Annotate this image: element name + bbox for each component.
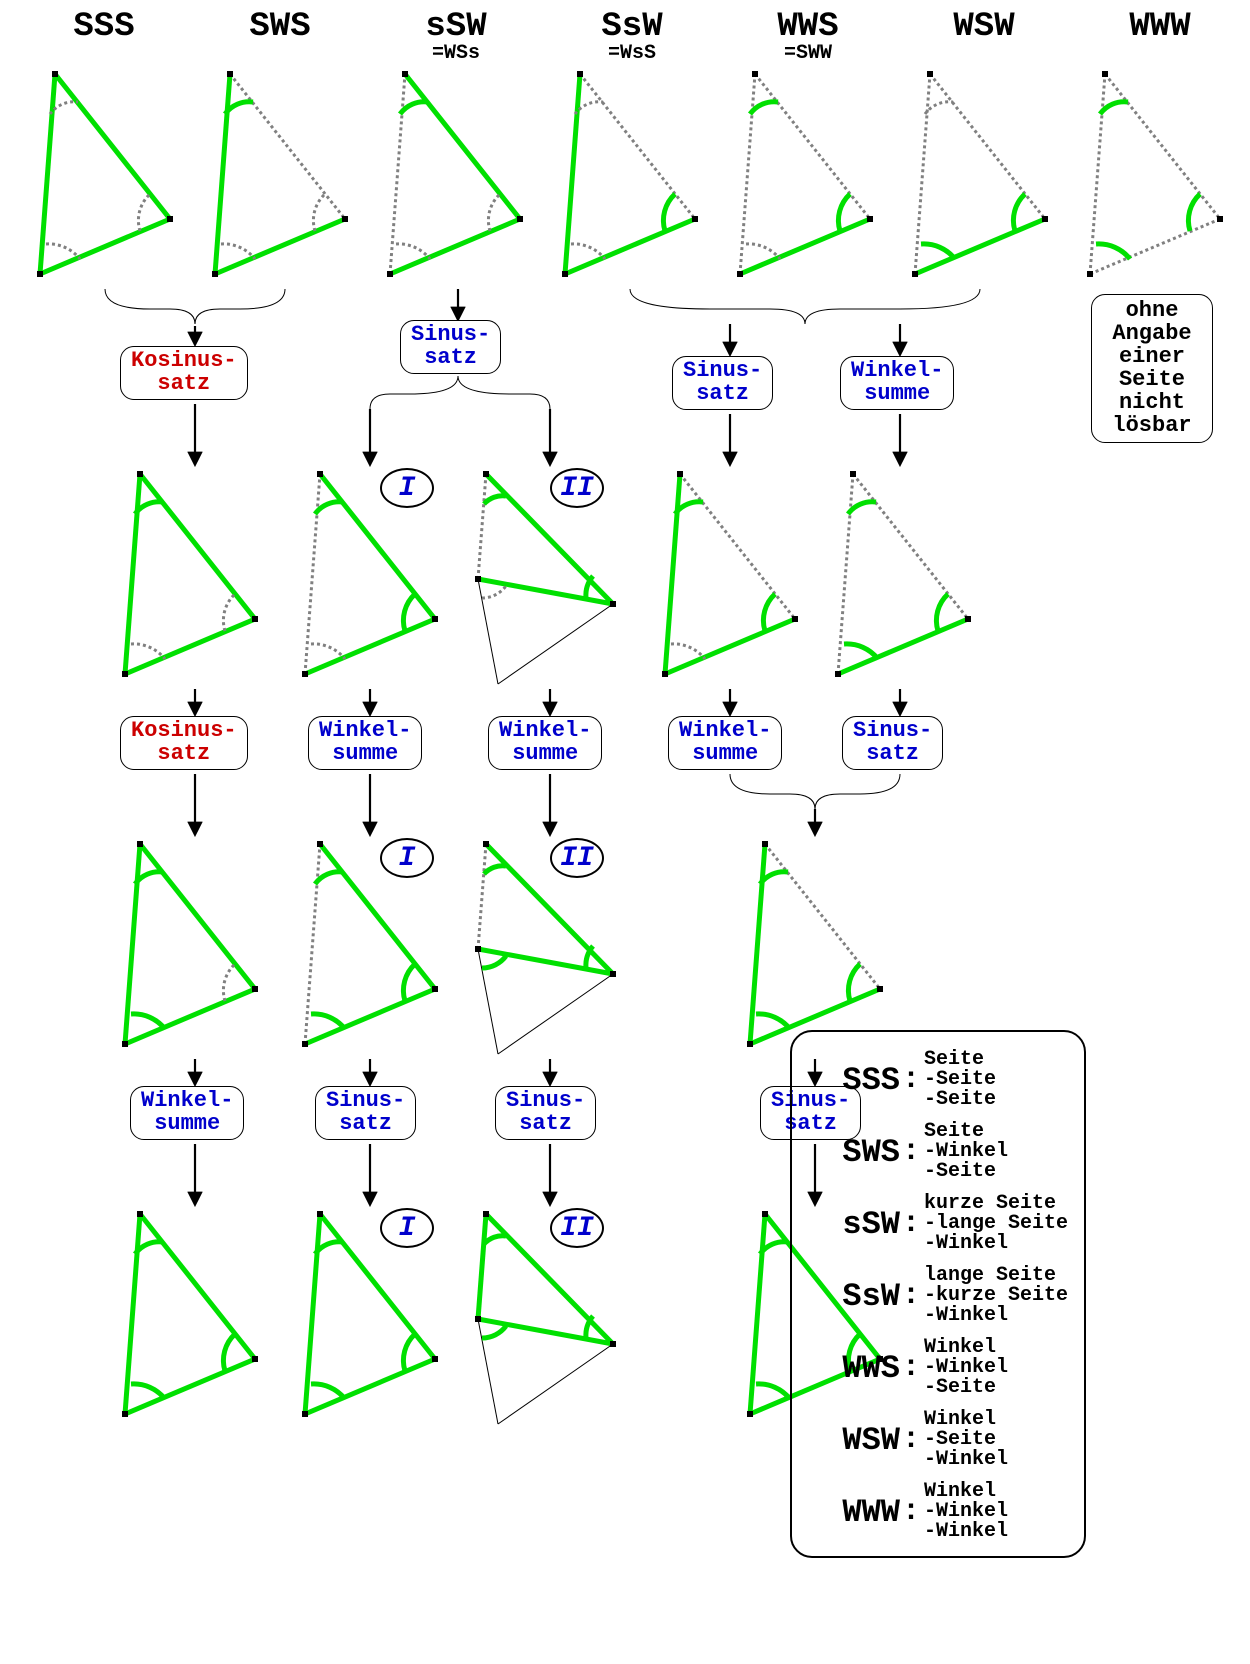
box-sinus-II: Sinus-satz [495, 1086, 596, 1140]
header-ssw-upper: SsW =WsS [558, 10, 706, 64]
box-sinus-wws: Sinus-satz [842, 716, 943, 770]
legend-row: WWW: Winkel-Winkel-Winkel [804, 1482, 1068, 1542]
header-www: WWW [1086, 10, 1234, 64]
box-winkel-II: Winkel-summe [488, 716, 602, 770]
roman-II-2: II [550, 838, 604, 878]
note-www-unsolvable: ohne Angabe einer Seite nicht lösbar [1091, 294, 1213, 443]
box-winkel-1: Winkel- summe [840, 356, 954, 410]
box-winkel-2: Winkel-summe [130, 1086, 244, 1140]
roman-I-1: I [380, 468, 434, 508]
box-sinus-I: Sinus-satz [315, 1086, 416, 1140]
tri-sss-3 [122, 841, 258, 1047]
roman-I-3: I [380, 1208, 434, 1248]
roman-I-2: I [380, 838, 434, 878]
tri-ssw-upper-1 [562, 71, 698, 277]
box-winkel-I: Winkel-summe [308, 716, 422, 770]
legend-row: WSW: Winkel-Seite-Winkel [804, 1410, 1068, 1470]
tri-www-1 [1087, 71, 1223, 277]
header-wsw: WSW [910, 10, 1058, 64]
box-kosinus-1: Kosinus- satz [120, 346, 248, 400]
legend-row: sSW: kurze Seite-lange Seite-Winkel [804, 1194, 1068, 1254]
roman-II-1: II [550, 468, 604, 508]
tri-wws-1 [737, 71, 873, 277]
diagram-container: SSS SWS sSW =WSs SsW =WsS WWS =SWW WSW W… [10, 10, 1250, 1654]
tri-sss-4 [122, 1211, 258, 1417]
legend-row: SsW: lange Seite-kurze Seite-Winkel [804, 1266, 1068, 1326]
tri-wsw-1 [912, 71, 1048, 277]
header-wws: WWS =SWW [734, 10, 882, 64]
tri-sss-2 [122, 471, 258, 677]
legend-box: SSS: Seite-Seite-Seite SWS: Seite-Winkel… [790, 1030, 1086, 1558]
legend-row: SWS: Seite-Winkel-Seite [804, 1122, 1068, 1182]
box-sinus-2: Sinus- satz [672, 356, 773, 410]
box-winkel-ssw: Winkel-summe [668, 716, 782, 770]
box-kosinus-2: Kosinus-satz [120, 716, 248, 770]
box-sinus-1: Sinus- satz [400, 320, 501, 374]
tri-ssw-lower-1 [387, 71, 523, 277]
roman-II-3: II [550, 1208, 604, 1248]
header-sws: SWS [206, 10, 354, 64]
tri-merged-3 [747, 841, 883, 1047]
tri-ssw-upper-2 [662, 471, 798, 677]
header-row: SSS SWS sSW =WSs SsW =WsS WWS =SWW WSW W… [30, 10, 1250, 64]
legend-row: SSS: Seite-Seite-Seite [804, 1050, 1068, 1110]
tri-sws-1 [212, 71, 348, 277]
header-ssw-lower: sSW =WSs [382, 10, 530, 64]
legend-row: WWS: Winkel-Winkel-Seite [804, 1338, 1068, 1398]
tri-sss-1 [37, 71, 173, 277]
tri-wws-2 [835, 471, 971, 677]
header-sss: SSS [30, 10, 178, 64]
